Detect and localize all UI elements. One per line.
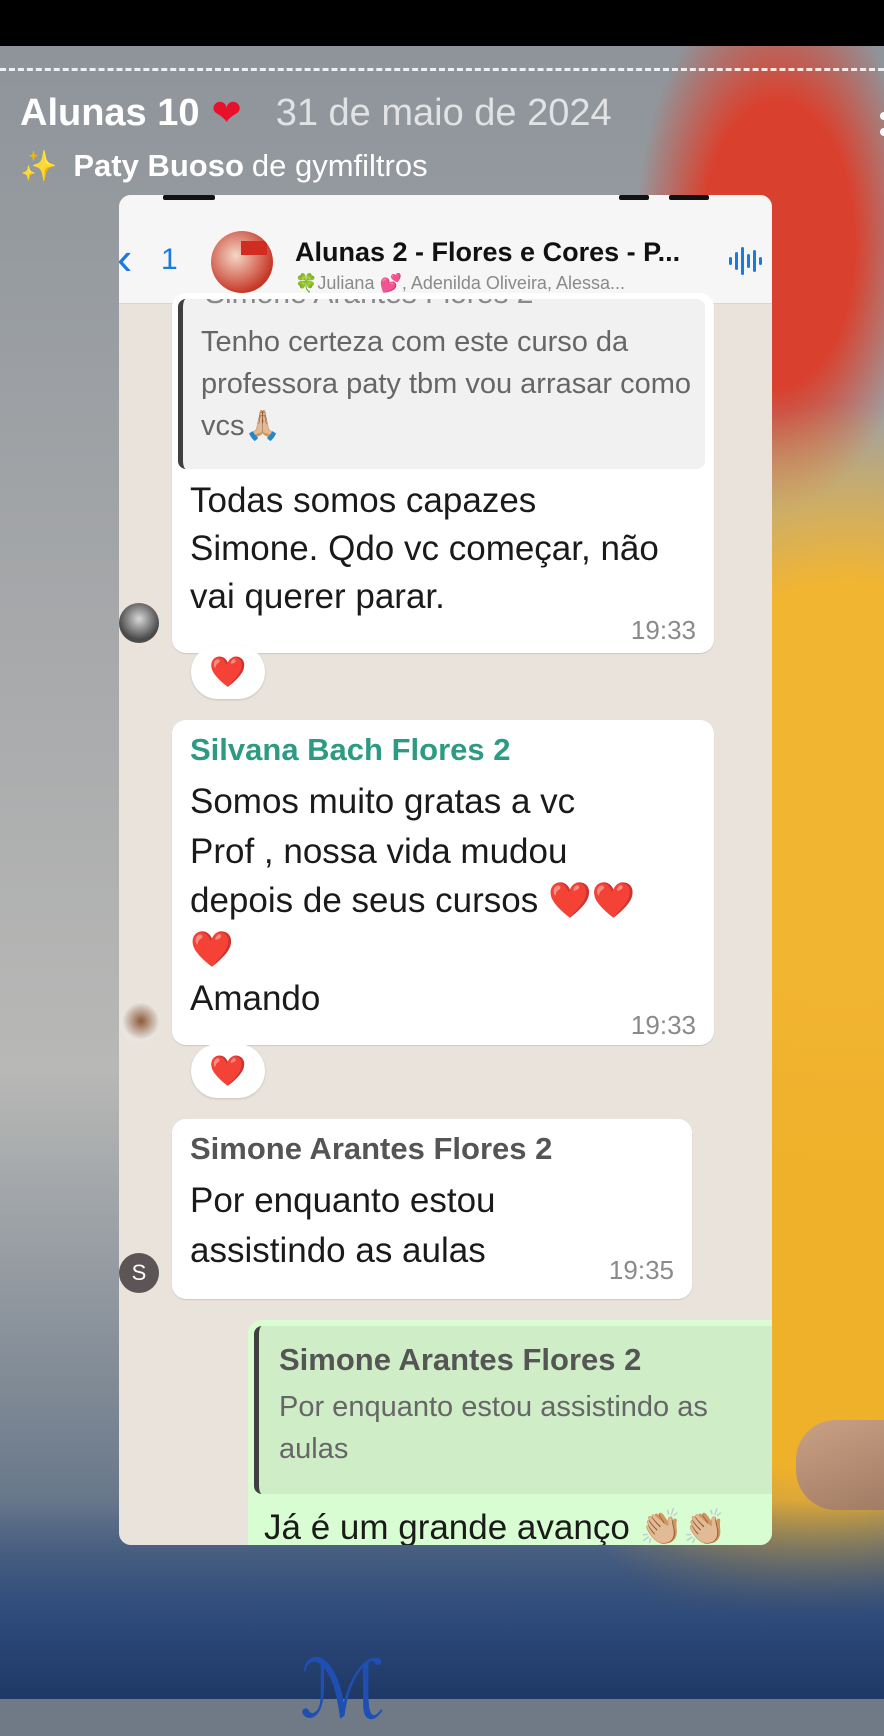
quoted-sender: Simone Arantes Flores 2 — [279, 1342, 642, 1377]
more-options-icon[interactable] — [880, 112, 884, 144]
group-members[interactable]: 🍀Juliana 💕, Adenilda Oliveira, Alessa... — [295, 273, 625, 294]
quoted-text: Tenho certeza com este curso da professo… — [201, 326, 691, 442]
sender-name[interactable]: Simone Arantes Flores 2 — [190, 1131, 552, 1167]
audio-call-icon[interactable] — [728, 245, 762, 277]
fingertip-photo — [796, 1420, 884, 1510]
story-date: 31 de maio de 2024 — [275, 91, 612, 134]
message-time: 19:35 — [608, 1255, 674, 1285]
message-time: 19:33 — [630, 1010, 696, 1040]
chat-body[interactable]: Simone Arantes Flores 2 Tenho certeza co… — [119, 293, 772, 1545]
story-header: Alunas 10 ❤ 31 de maio de 2024 ✨ Paty Bu… — [20, 88, 612, 188]
message-line: ❤️ — [190, 930, 234, 969]
status-bar — [0, 0, 884, 46]
filter-author[interactable]: Paty Buoso — [73, 148, 244, 184]
avatar[interactable] — [119, 1003, 159, 1043]
chat-header: ‹ 1 Alunas 2 - Flores e Cores - P... 🍀Ju… — [119, 195, 772, 304]
message-bubble[interactable]: Silvana Bach Flores 2 Somos muito gratas… — [172, 720, 714, 1045]
message-line: Somos muito gratas a vc — [190, 782, 576, 821]
sender-name[interactable]: Silvana Bach Flores 2 — [190, 732, 510, 768]
quoted-message[interactable]: Simone Arantes Flores 2 Tenho certeza co… — [178, 299, 705, 469]
story-title[interactable]: Alunas 10 — [20, 92, 200, 135]
message-line: depois de seus cursos ❤️❤️ — [190, 881, 636, 920]
avatar[interactable] — [119, 603, 159, 643]
story-progress-bar — [0, 68, 884, 71]
chevron-left-icon[interactable]: ‹ — [119, 235, 132, 281]
message-text: Todas somos capazes Simone. Qdo vc começ… — [190, 481, 659, 616]
outgoing-message-bubble[interactable]: Simone Arantes Flores 2 Por enquanto est… — [248, 1320, 772, 1545]
message-line: assistindo as aulas — [190, 1231, 486, 1270]
message-time: 19:33 — [630, 615, 696, 645]
group-name[interactable]: Alunas 2 - Flores e Cores - P... — [295, 237, 680, 268]
phone-status-bar — [149, 195, 749, 201]
message-line: Prof , nossa vida mudou — [190, 832, 568, 871]
reaction-badge[interactable]: ❤️ — [191, 1044, 265, 1098]
quoted-text: Por enquanto estou assistindo as aulas — [279, 1391, 708, 1465]
message-bubble[interactable]: Simone Arantes Flores 2 Tenho certeza co… — [172, 293, 714, 653]
quoted-message[interactable]: Simone Arantes Flores 2 Por enquanto est… — [254, 1326, 772, 1494]
reaction-badge[interactable]: ❤️ — [191, 645, 265, 699]
message-bubble[interactable]: Simone Arantes Flores 2 Por enquanto est… — [172, 1119, 692, 1299]
unread-count[interactable]: 1 — [161, 243, 178, 277]
avatar[interactable]: S — [119, 1253, 159, 1293]
bottom-decoration: ℳ — [300, 1643, 386, 1736]
quoted-sender-cut: Simone Arantes Flores 2 — [205, 299, 534, 311]
message-line: Amando — [190, 979, 321, 1018]
message-text: Já é um grande avanço 👏🏼👏🏼 — [264, 1508, 727, 1545]
message-line: Por enquanto estou — [190, 1181, 496, 1220]
group-avatar[interactable] — [211, 231, 273, 293]
filter-credit[interactable]: de gymfiltros — [252, 148, 428, 184]
sparkle-icon: ✨ — [20, 149, 58, 183]
chat-screenshot: ‹ 1 Alunas 2 - Flores e Cores - P... 🍀Ju… — [119, 195, 772, 1545]
heart-icon: ❤ — [211, 92, 242, 133]
